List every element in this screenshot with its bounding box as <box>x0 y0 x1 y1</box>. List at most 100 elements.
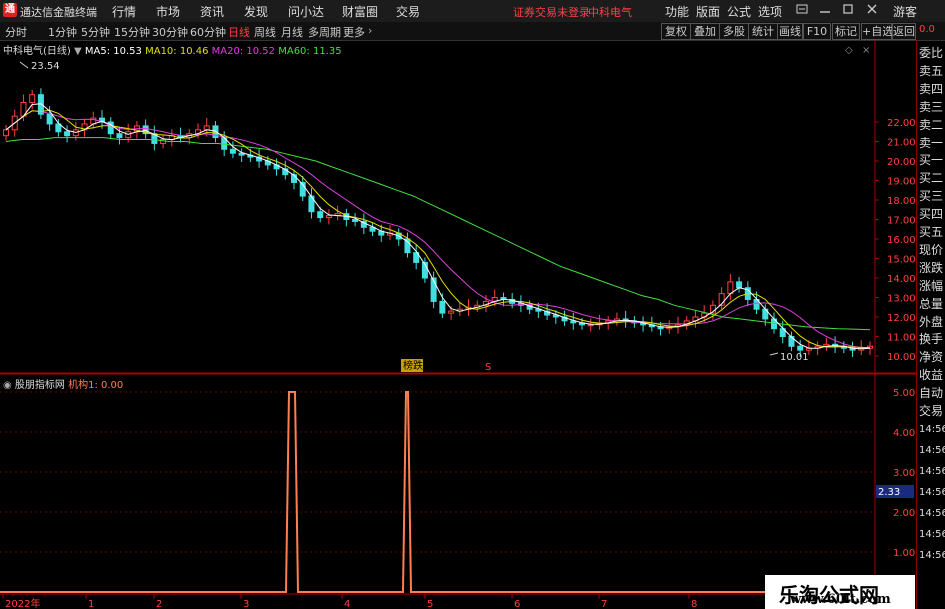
candle-body <box>736 281 743 289</box>
side-panel-label: 总量 <box>919 296 944 311</box>
multi-stock-button[interactable]: 多股 <box>719 23 749 40</box>
ma5-line <box>5 103 871 350</box>
menu-trade[interactable]: 交易 <box>396 3 420 20</box>
overlay-button[interactable]: 叠加 <box>690 23 720 40</box>
period-tab-multi[interactable]: 多周期 <box>308 24 341 40</box>
app-logo-icon: 通 <box>3 3 17 17</box>
diamond-icon: ◇ <box>845 45 853 56</box>
restore-icon[interactable] <box>838 1 858 20</box>
menu-options[interactable]: 选项 <box>758 3 782 20</box>
side-panel-label: 卖二 <box>919 117 944 132</box>
candle-body <box>29 94 36 104</box>
price-tick-label: 12.00 <box>887 313 916 324</box>
period-tab-timeshare[interactable]: 分时 <box>5 24 27 40</box>
settings-icon[interactable]: ◉ <box>3 380 12 391</box>
period-tab-30min[interactable]: 30分钟 <box>152 24 188 40</box>
indicator-title: 股朋指标网 <box>14 380 65 391</box>
sub-chart-grid <box>0 391 875 553</box>
side-panel-label: 涨跌 <box>919 260 944 275</box>
dropdown-icon[interactable]: ▼ <box>74 46 82 57</box>
sub-tick-label: 5.00 <box>893 388 915 399</box>
candle-body <box>116 133 123 139</box>
menu-formula[interactable]: 公式 <box>727 3 751 20</box>
kline-chart[interactable]: 22.0021.0020.0019.0018.0017.0016.0015.00… <box>0 40 916 609</box>
period-tab-more[interactable]: 更多 <box>343 24 365 40</box>
candle-body <box>64 131 71 137</box>
period-tab-weekly[interactable]: 周线 <box>254 24 276 40</box>
period-tab-15min[interactable]: 15分钟 <box>114 24 150 40</box>
price-tick-label: 17.00 <box>887 216 916 227</box>
sub-tick-label: 2.00 <box>893 508 915 519</box>
price-tick-label: 11.00 <box>887 333 916 344</box>
chevron-right-icon[interactable]: › <box>368 24 372 37</box>
close-icon[interactable] <box>862 1 882 20</box>
period-tab-daily[interactable]: 日线 <box>228 24 250 40</box>
price-tick-label: 14.00 <box>887 274 916 285</box>
ma10-label: MA10: 10.46 <box>145 46 209 57</box>
draw-line-button[interactable]: 画线 <box>777 23 803 40</box>
mark-button[interactable]: 标记 <box>832 23 860 40</box>
candle-body <box>317 211 324 219</box>
minimize-icon[interactable] <box>815 1 835 20</box>
menu-layout[interactable]: 版面 <box>696 3 720 20</box>
price-tick-label: 13.00 <box>887 294 916 305</box>
side-panel-label: 外盘 <box>919 314 944 329</box>
close-icon: × <box>862 45 870 56</box>
ma60-line <box>5 137 871 331</box>
trade-login-status[interactable]: 证券交易未登录 <box>513 4 590 20</box>
menu-quotes[interactable]: 行情 <box>112 3 136 20</box>
price-tick-label: 10.00 <box>887 352 916 363</box>
time-tick-label: 2 <box>156 599 162 609</box>
user-guest[interactable]: 游客 <box>893 3 917 20</box>
side-panel-label: 净资 <box>919 350 944 365</box>
watermark-url: www.60lt.com <box>790 592 891 607</box>
time-tick-label: 7 <box>601 599 607 609</box>
tick-time: 14:56 <box>919 550 945 561</box>
s-tag: S <box>485 362 491 373</box>
adjust-button[interactable]: 复权 <box>661 23 691 40</box>
ma5-label: MA5: 10.53 <box>84 46 142 57</box>
menu-functions[interactable]: 功能 <box>665 3 689 20</box>
side-panel-label: 现价 <box>919 242 944 257</box>
menu-wealth[interactable]: 财富圈 <box>342 3 378 20</box>
limit-down-tag: 榜跌 <box>403 359 423 372</box>
candle-body <box>325 215 332 219</box>
ma20-line <box>5 110 870 349</box>
menu-icon[interactable] <box>792 1 812 20</box>
tick-time: 14:56 <box>919 466 945 477</box>
menu-market[interactable]: 市场 <box>156 3 180 20</box>
menu-discover[interactable]: 发现 <box>244 3 268 20</box>
tick-time: 14:56 <box>919 445 945 456</box>
indicator-value: 机构1: 0.00 <box>68 380 124 391</box>
side-panel-label: 买二 <box>919 171 944 186</box>
side-panel-label: 换手 <box>919 332 944 347</box>
menu-news[interactable]: 资讯 <box>200 3 224 20</box>
price-tick-label: 21.00 <box>887 138 916 149</box>
period-tab-5min[interactable]: 5分钟 <box>81 24 110 40</box>
tick-time: 14:56 <box>919 424 945 435</box>
side-panel-label: 卖四 <box>919 81 944 96</box>
period-tab-monthly[interactable]: 月线 <box>281 24 303 40</box>
price-tick-label: 18.00 <box>887 196 916 207</box>
ma10-line <box>5 109 871 349</box>
tick-time: 14:56 <box>919 487 945 498</box>
back-button[interactable]: 返回 <box>892 23 916 40</box>
tick-time: 14:56 <box>919 529 945 540</box>
sub-axis-ticks: 5.00 4.00 3.00 2.00 1.00 <box>893 388 915 559</box>
f10-button[interactable]: F10 <box>803 23 831 40</box>
menu-assistant[interactable]: 问小达 <box>288 3 324 20</box>
candle-body <box>3 129 9 137</box>
period-tab-1min[interactable]: 1分钟 <box>48 24 77 40</box>
high-marker-line <box>19 61 29 69</box>
low-marker-line <box>769 352 779 356</box>
stats-button[interactable]: 统计 <box>748 23 778 40</box>
current-stock-name: 中科电气 <box>588 6 632 19</box>
add-favorite-button[interactable]: +自选 <box>861 23 893 40</box>
quote-side-panel: 0.0 委比 卖五 卖四 卖三 卖二 卖一 买一 买二 买三 买四 买五 现价 涨跌 涨幅 总量 外盘 换手 净资… <box>916 24 945 609</box>
sub-chart-header: ◉ 股朋指标网 机构1: 0.00 <box>3 376 123 391</box>
candle-body <box>229 148 236 154</box>
period-tab-60min[interactable]: 60分钟 <box>190 24 226 40</box>
app-title: 通达信金融终端 <box>20 6 97 19</box>
price-tick-label: 16.00 <box>887 235 916 246</box>
side-panel-label: 收益 <box>919 368 944 383</box>
